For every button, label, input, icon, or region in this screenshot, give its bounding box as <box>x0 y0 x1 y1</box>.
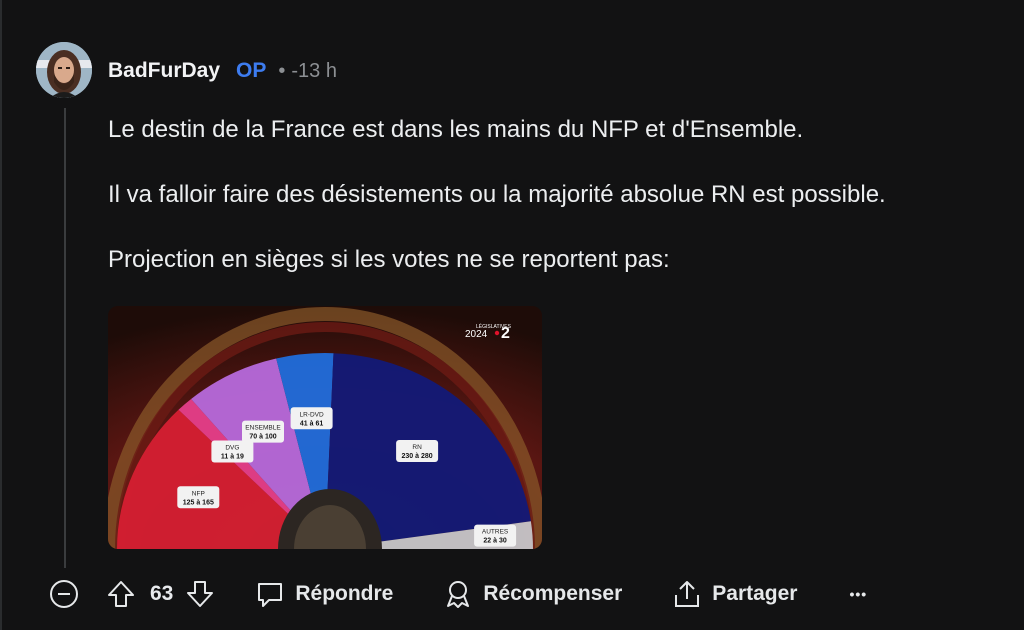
slice-label-ensemble: ENSEMBLE 70 à 100 <box>242 420 284 443</box>
slice-seat-range: 22 à 30 <box>483 538 506 545</box>
avatar[interactable] <box>36 42 92 98</box>
award-icon <box>447 581 470 608</box>
slice-party-name: RN <box>412 444 422 451</box>
comment-paragraph: Projection en sièges si les votes ne se … <box>108 246 670 273</box>
slice-label-lr-dvd: LR-DVD 41 à 61 <box>290 407 333 430</box>
avatar-image <box>36 42 92 98</box>
vote-count: 63 <box>150 582 174 605</box>
share-button[interactable]: Partager <box>672 579 797 609</box>
logo-red-dot <box>494 330 500 336</box>
comment-header: BadFurDay OP • -13 h <box>108 56 337 86</box>
embedded-image[interactable]: NFP 125 à 165 DVG 11 à 19 ENSEMBLE 70 à 100 LR… <box>108 306 542 549</box>
op-badge: OP <box>236 59 267 82</box>
award-button[interactable]: Récompenser <box>443 579 622 609</box>
collapse-icon <box>50 580 78 608</box>
slice-party-name: AUTRES <box>482 529 509 536</box>
reply-button[interactable]: Répondre <box>255 579 393 609</box>
downvote-icon <box>187 581 214 607</box>
comment-paragraph: Il va falloir faire des désistements ou … <box>108 181 886 208</box>
slice-label-autres: AUTRES 22 à 30 <box>474 524 517 547</box>
slice-label-nfp: NFP 125 à 165 <box>177 486 220 509</box>
share-label: Partager <box>712 582 798 605</box>
award-label: Récompenser <box>483 582 623 605</box>
collapse-button[interactable] <box>48 578 80 610</box>
slice-party-name: LR-DVD <box>299 411 324 418</box>
slice-party-name: NFP <box>192 490 205 497</box>
reply-icon <box>258 583 283 607</box>
downvote-button[interactable] <box>185 579 215 609</box>
thread-line[interactable] <box>64 108 66 568</box>
comment-timestamp[interactable]: -13 h <box>291 60 337 83</box>
slice-seat-range: 11 à 19 <box>221 454 244 461</box>
share-icon <box>675 581 700 607</box>
upvote-button[interactable] <box>106 579 136 609</box>
slice-label-dvg: DVG 11 à 19 <box>211 440 254 463</box>
slice-seat-range: 125 à 165 <box>183 499 214 506</box>
slice-label-rn: RN 230 à 280 <box>396 440 439 462</box>
slice-party-name: ENSEMBLE <box>245 425 281 432</box>
slice-seat-range: 41 à 61 <box>300 420 323 427</box>
more-options-button[interactable]: ••• <box>849 586 867 602</box>
meta-separator: • <box>278 59 286 82</box>
comment-actions: 63 Répondre Récompenser Partager ••• <box>48 574 867 614</box>
left-border <box>0 0 2 630</box>
comment-paragraph: Le destin de la France est dans les main… <box>108 116 804 143</box>
slice-seat-range: 70 à 100 <box>249 434 276 441</box>
logo-channel: 2 <box>501 325 510 342</box>
username[interactable]: BadFurDay <box>108 59 220 83</box>
slice-party-name: DVG <box>225 445 239 452</box>
logo-year: 2024 <box>465 329 488 340</box>
reply-label: Répondre <box>295 582 394 605</box>
upvote-icon <box>108 581 134 607</box>
hemicycle-chart: NFP 125 à 165 DVG 11 à 19 ENSEMBLE 70 à 100 LR… <box>108 306 542 549</box>
more-options-label: ••• <box>849 586 868 602</box>
slice-seat-range: 230 à 280 <box>402 453 433 460</box>
